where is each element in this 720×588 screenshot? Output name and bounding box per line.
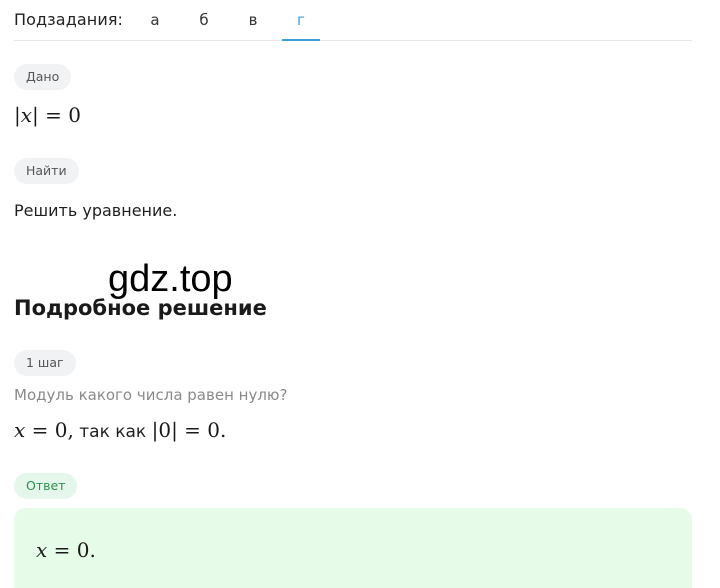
tab-g[interactable]: г — [282, 0, 320, 41]
tab-b[interactable]: б — [185, 0, 223, 40]
find-pill: Найти — [14, 158, 79, 184]
tab-a[interactable]: а — [136, 0, 174, 40]
var-x: x — [20, 103, 33, 127]
section-title: Подробное решение — [14, 296, 267, 320]
answer-box: x = 0. — [14, 508, 692, 588]
step-text: так как — [73, 422, 152, 442]
answer-var-x: x — [36, 538, 48, 562]
step-eq: = 0, — [25, 418, 74, 442]
formula-rest: = 0 — [38, 103, 81, 127]
step-abs: |0| = 0. — [151, 418, 227, 442]
abs-bar-right: | — [32, 103, 39, 127]
find-text: Решить уравнение. — [14, 201, 178, 220]
given-pill: Дано — [14, 64, 72, 90]
tab-v[interactable]: в — [234, 0, 272, 40]
solution-page: Подзадания: а б в г Дано |x| = 0 Найти Р… — [0, 0, 720, 588]
given-formula: |x| = 0 — [14, 103, 81, 127]
step-var-x: x — [14, 418, 26, 442]
step-question: Модуль какого числа равен нулю? — [14, 386, 288, 404]
answer-rest: = 0. — [47, 538, 96, 562]
step-line: x = 0, так как |0| = 0. — [14, 418, 226, 442]
answer-formula: x = 0. — [36, 538, 96, 562]
subtasks-bar: Подзадания: а б в г — [14, 0, 692, 41]
watermark: gdz.top — [108, 258, 233, 300]
step-pill: 1 шаг — [14, 350, 76, 376]
answer-pill: Ответ — [14, 473, 78, 499]
abs-bar-left: | — [14, 103, 21, 127]
subtasks-label: Подзадания: — [14, 10, 124, 29]
